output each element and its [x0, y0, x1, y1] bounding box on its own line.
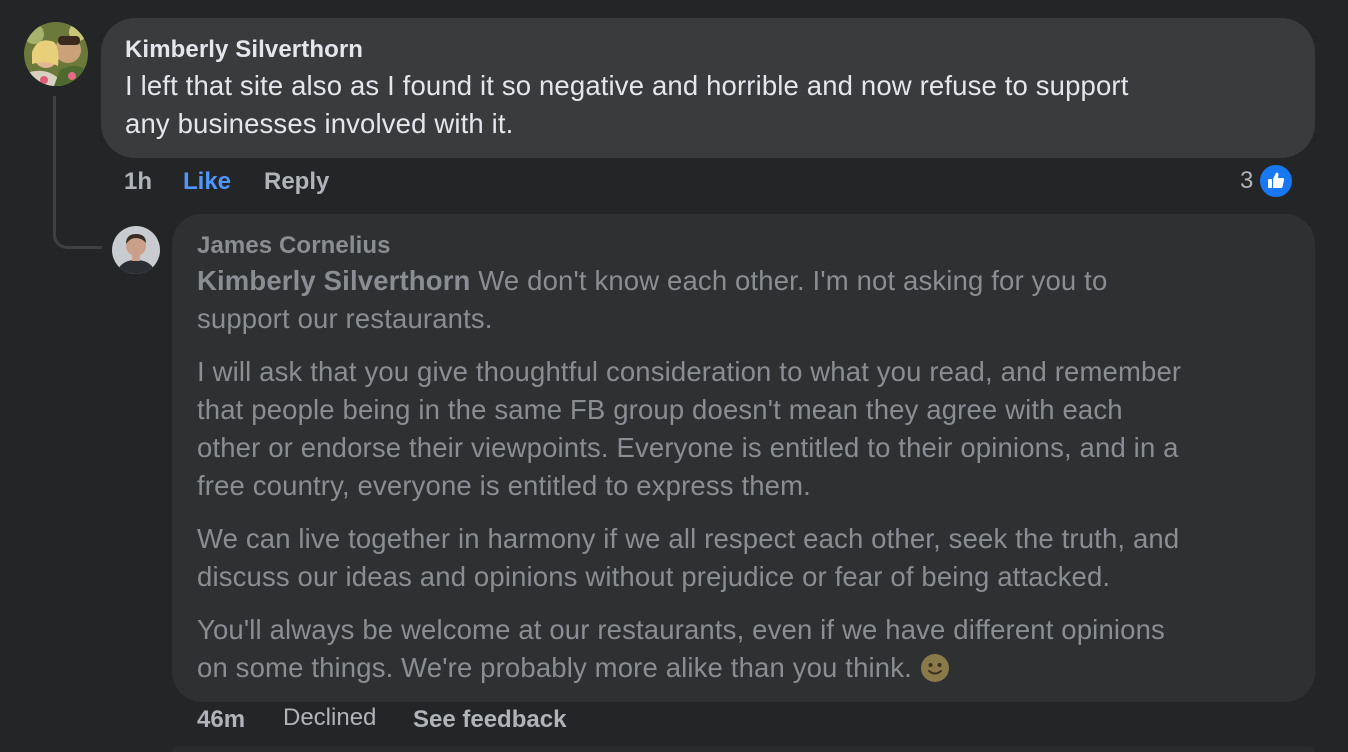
comment-author[interactable]: James Cornelius	[197, 232, 391, 260]
slightly-smiling-face-icon	[920, 653, 950, 683]
comment-text-line: that people being in the same FB group d…	[197, 394, 1123, 425]
comment-text-line: Kimberly Silverthorn We don't know each …	[197, 262, 1107, 300]
comment-text-line: discuss our ideas and opinions without p…	[197, 561, 1111, 592]
comment-text-line: You'll always be welcome at our restaura…	[197, 614, 1165, 645]
reply-button[interactable]: Reply	[264, 168, 329, 196]
comment-text-line: I left that site also as I found it so n…	[125, 70, 1129, 101]
comment-text-line: on some things. We're probably more alik…	[197, 649, 1165, 687]
comment-author[interactable]: Kimberly Silverthorn	[125, 36, 363, 64]
comment-paragraph: I will ask that you give thoughtful cons…	[197, 353, 1181, 505]
comment-text: I left that site also as I found it so n…	[125, 67, 1129, 143]
reaction-summary[interactable]: 3	[1240, 162, 1296, 200]
comment-timestamp[interactable]: 1h	[124, 168, 152, 196]
comment-text-line: I will ask that you give thoughtful cons…	[197, 356, 1182, 387]
comment-paragraph: We can live together in harmony if we al…	[197, 520, 1179, 596]
thread-connector	[53, 96, 102, 249]
reaction-count: 3	[1240, 167, 1254, 194]
declined-status: Declined	[283, 704, 377, 731]
comment-text-line: We can live together in harmony if we al…	[197, 523, 1180, 554]
comment-paragraph: You'll always be welcome at our restaura…	[197, 611, 1165, 687]
see-feedback-button[interactable]: See feedback	[413, 706, 566, 734]
comment-text-line: free country, everyone is entitled to ex…	[197, 470, 811, 501]
avatar[interactable]	[24, 22, 88, 86]
comment-timestamp[interactable]: 46m	[197, 706, 245, 734]
comment-bubble: Kimberly Silverthorn I left that site al…	[101, 18, 1315, 158]
mention-link[interactable]: Kimberly Silverthorn	[197, 265, 471, 296]
comment-text-line: other or endorse their viewpoints. Every…	[197, 432, 1179, 463]
comment-thread: Kimberly Silverthorn I left that site al…	[0, 0, 1348, 752]
next-comment-edge	[172, 746, 1315, 752]
comment-text-line: any businesses involved with it.	[125, 108, 514, 139]
comment-paragraph: Kimberly Silverthorn We don't know each …	[197, 262, 1107, 338]
avatar[interactable]	[112, 226, 160, 274]
comment-text-line: support our restaurants.	[197, 303, 493, 334]
like-button[interactable]: Like	[183, 168, 231, 196]
thumbs-up-icon	[1257, 162, 1296, 200]
declined-comment-bubble: James Cornelius Kimberly Silverthorn We …	[172, 214, 1315, 702]
comment-text-segment: on some things. We're probably more alik…	[197, 652, 912, 683]
comment-text-segment: We don't know each other. I'm not asking…	[470, 265, 1108, 296]
